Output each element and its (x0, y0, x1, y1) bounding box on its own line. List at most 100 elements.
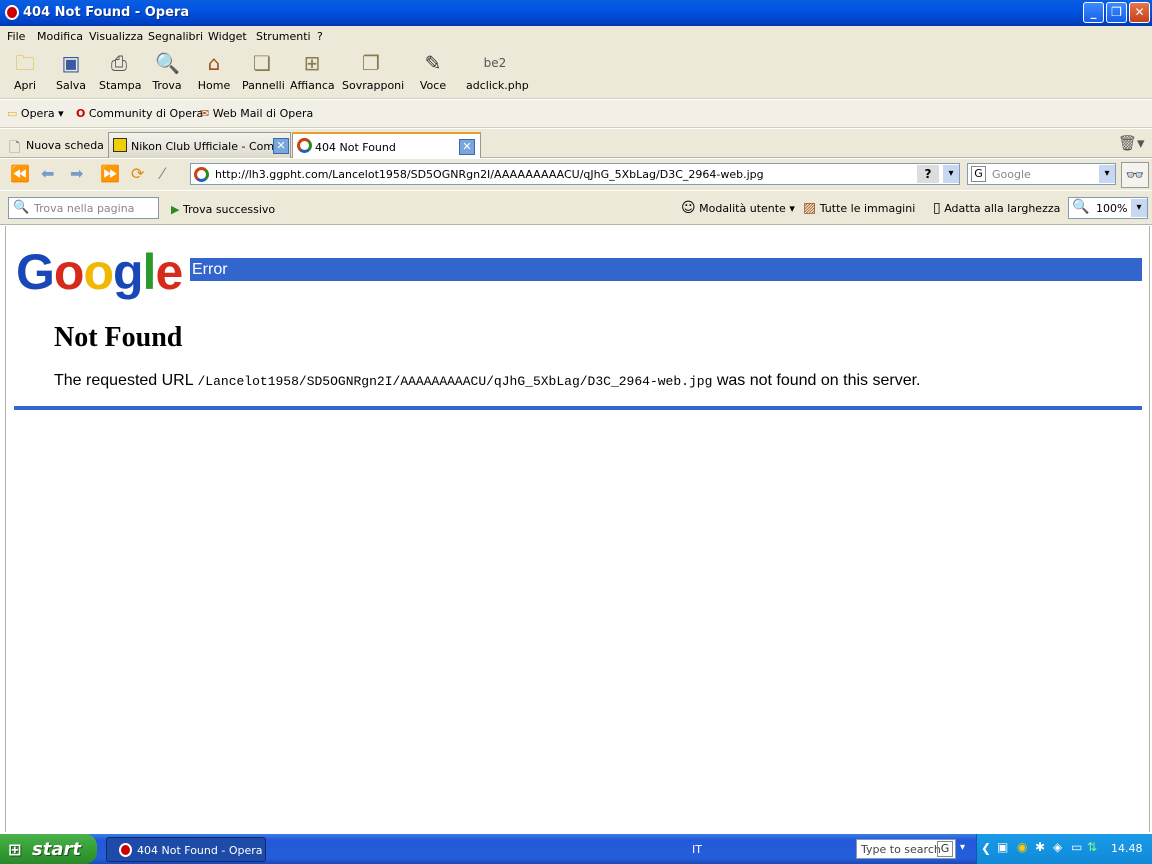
adclick-button[interactable]: be2 adclick.php (466, 51, 529, 92)
close-button[interactable]: ✕ (1129, 2, 1150, 23)
save-button[interactable]: ▣ Salva (55, 51, 87, 92)
bookmarks-bar: ▭ Opera ▾ O Community di Opera ✉ Web Mai… (0, 100, 1152, 128)
language-indicator[interactable]: IT (692, 843, 702, 856)
address-field[interactable]: http://lh3.ggpht.com/Lancelot1958/SD5OGN… (190, 163, 960, 185)
cascade-button[interactable]: ❐ Sovrapponi (342, 51, 404, 92)
image-icon: ▨ (803, 200, 817, 216)
fit-width-button[interactable]: ▯ Adatta alla larghezza (933, 200, 1060, 216)
zoom-value: 100% (1096, 202, 1128, 215)
tab-404-label: 404 Not Found (315, 141, 396, 154)
minimize-button[interactable]: _ (1083, 2, 1104, 23)
find-next-button[interactable]: ▶ Trova successivo (171, 203, 275, 216)
chevron-down-icon[interactable]: ▾ (960, 842, 965, 853)
message-suffix: was not found on this server. (712, 372, 921, 389)
trash-icon[interactable]: 🗑▾ (1118, 134, 1145, 152)
save-label: Salva (55, 79, 87, 92)
google-icon: G (937, 841, 953, 857)
menu-visualizza[interactable]: Visualizza (89, 30, 143, 43)
print-button[interactable]: ⎙ Stampa (99, 51, 142, 92)
menu-file[interactable]: File (7, 30, 25, 43)
find-label: Trova (152, 79, 182, 92)
play-icon: ▶ (171, 203, 180, 216)
menu-segnalibri[interactable]: Segnalibri (148, 30, 203, 43)
search-field[interactable]: G Google ▾ (967, 163, 1116, 185)
fast-forward-icon[interactable]: ⏩ (100, 166, 120, 182)
back-icon[interactable]: ⬅ (41, 166, 54, 182)
menu-help[interactable]: ? (317, 30, 323, 43)
magnifier-icon: 🔍 (13, 200, 30, 215)
print-label: Stampa (99, 79, 142, 92)
bookmark-opera[interactable]: ▭ Opera ▾ (7, 107, 64, 120)
home-icon: ⌂ (207, 51, 221, 75)
address-url: http://lh3.ggpht.com/Lancelot1958/SD5OGN… (215, 168, 764, 181)
logo-letter: g (113, 244, 144, 300)
menu-strumenti[interactable]: Strumenti (256, 30, 311, 43)
shield-icon[interactable]: ◈ (1053, 840, 1062, 854)
voice-icon: ✎ (424, 51, 442, 75)
menu-widget[interactable]: Widget (208, 30, 247, 43)
zoom-icon: 🔍 (1072, 199, 1090, 215)
find-placeholder: Trova nella pagina (34, 202, 135, 215)
be2-icon: be2 (483, 56, 507, 70)
network-icon[interactable]: ▣ (997, 840, 1008, 854)
taskbar-search-input[interactable]: Type to search G (856, 839, 956, 859)
fit-width-label: Adatta alla larghezza (944, 202, 1061, 215)
user-mode-button[interactable]: ☺ Modalità utente ▾ (681, 200, 795, 216)
restore-button[interactable]: ❐ (1106, 2, 1127, 23)
reload-icon[interactable]: ⟳ (131, 166, 144, 182)
tab-close-icon[interactable]: ✕ (459, 139, 475, 155)
chevron-down-icon[interactable]: ▾ (1099, 165, 1115, 183)
tile-button[interactable]: ⊞ Affianca (290, 51, 335, 92)
system-tray: ❮ ▣ ◉ ✱ ◈ ▭ ⇅ 14.48 (976, 834, 1152, 864)
cascade-icon: ❐ (362, 51, 380, 75)
tile-label: Affianca (290, 79, 335, 92)
print-icon: ⎙ (111, 51, 127, 75)
connection-icon[interactable]: ⇅ (1087, 840, 1097, 854)
tab-nikon-label: Nikon Club Ufficiale - Com... (131, 140, 285, 153)
find-button[interactable]: 🔍 Trova (150, 51, 184, 92)
home-button[interactable]: ⌂ Home (197, 51, 231, 92)
footer-rule (14, 406, 1142, 410)
title-bar[interactable]: 404 Not Found - Opera _ ❐ ✕ (0, 0, 1152, 26)
images-button[interactable]: ▨ Tutte le immagini (803, 200, 915, 216)
bookmark-community[interactable]: O Community di Opera (76, 107, 203, 120)
forward-icon[interactable]: ➡ (70, 166, 83, 182)
edit-icon[interactable]: ⁄ (161, 166, 164, 182)
panels-button[interactable]: ❏ Pannelli (242, 51, 285, 92)
open-button[interactable]: 🗀 Apri (10, 51, 40, 92)
tab-404[interactable]: 404 Not Found ✕ (292, 132, 481, 158)
rewind-icon[interactable]: ⏪ (10, 166, 30, 182)
opera-icon (5, 5, 19, 20)
voice-button[interactable]: ✎ Voce (418, 51, 448, 92)
taskbar-opera-button[interactable]: 404 Not Found - Opera (106, 837, 266, 862)
bookmark-webmail[interactable]: ✉ Web Mail di Opera (200, 107, 313, 120)
chevron-left-icon[interactable]: ❮ (981, 841, 991, 855)
save-icon: ▣ (61, 51, 81, 75)
bluetooth-icon[interactable]: ✱ (1035, 840, 1045, 854)
browser-icon[interactable]: ◉ (1017, 840, 1027, 854)
start-button[interactable]: ⊞ start (0, 834, 97, 864)
menu-modifica[interactable]: Modifica (37, 30, 83, 43)
voice-label: Voce (419, 79, 447, 92)
google-logo: Google (16, 243, 183, 301)
help-button[interactable]: ? (917, 165, 939, 183)
tab-new[interactable]: 🗋 Nuova scheda (4, 132, 104, 158)
folder-icon: 🗀 (15, 51, 35, 75)
find-input[interactable]: 🔍 Trova nella pagina (8, 197, 159, 219)
logo-letter: e (155, 244, 183, 300)
binoculars-icon[interactable]: 👓 (1121, 162, 1149, 188)
zoom-select[interactable]: 🔍 100% ▾ (1068, 197, 1148, 219)
chevron-down-icon[interactable]: ▾ (943, 165, 959, 183)
logo-letter: o (83, 244, 114, 300)
tab-nikon[interactable]: Nikon Club Ufficiale - Com... ✕ (108, 132, 291, 158)
find-icon: 🔍 (155, 51, 180, 75)
images-label: Tutte le immagini (819, 202, 916, 215)
cascade-label: Sovrapponi (342, 79, 405, 92)
monitor-icon[interactable]: ▭ (1071, 840, 1082, 854)
tab-close-icon[interactable]: ✕ (273, 138, 289, 154)
logo-letter: o (53, 244, 85, 300)
menu-bar: File Modifica Visualizza Segnalibri Widg… (0, 26, 1152, 47)
user-icon: ☺ (681, 200, 696, 216)
message-prefix: The requested URL (54, 372, 198, 389)
tab-bar: 🗋 Nuova scheda Nikon Club Ufficiale - Co… (0, 129, 1152, 158)
